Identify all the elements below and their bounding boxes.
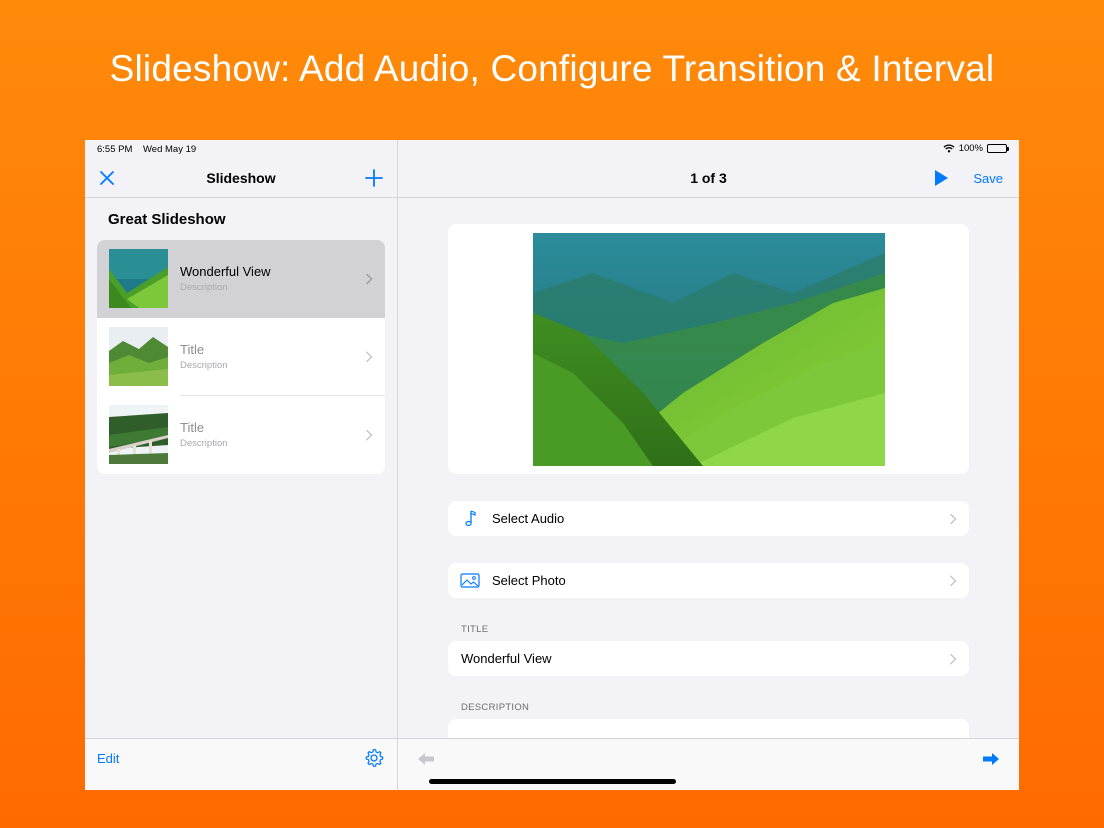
status-time: 6:55 PM xyxy=(97,144,133,155)
slide-list-item[interactable]: Title Description xyxy=(97,396,385,474)
sidebar: Slideshow Great Slideshow Wonderful View xyxy=(85,140,398,790)
select-photo-cell[interactable]: Select Photo xyxy=(448,563,969,598)
play-icon[interactable] xyxy=(933,169,949,187)
edit-button[interactable]: Edit xyxy=(97,751,119,766)
gear-icon[interactable] xyxy=(363,747,385,769)
ipad-screen: Slideshow Great Slideshow Wonderful View xyxy=(85,140,1019,790)
close-icon[interactable] xyxy=(97,168,117,188)
slide-list-item[interactable]: Wonderful View Description xyxy=(97,240,385,318)
chevron-right-icon xyxy=(950,513,957,525)
battery-icon xyxy=(987,144,1009,153)
arrow-left-icon[interactable] xyxy=(416,751,436,767)
slide-description: Description xyxy=(180,438,228,449)
slide-title: Title xyxy=(180,342,205,357)
chevron-right-icon xyxy=(366,429,373,441)
photo-icon xyxy=(460,573,480,588)
detail-pane: 1 of 3 Save Select Audio Select Photo TI… xyxy=(398,140,1019,790)
status-right: 100% xyxy=(943,143,1009,154)
description-section-header: DESCRIPTION xyxy=(461,702,530,713)
slide-title: Title xyxy=(180,420,205,435)
chevron-right-icon xyxy=(366,273,373,285)
select-audio-label: Select Audio xyxy=(492,511,565,526)
home-indicator xyxy=(429,779,676,784)
slide-photo xyxy=(533,233,885,466)
battery-percent: 100% xyxy=(958,143,983,154)
slide-description: Description xyxy=(180,282,228,293)
chevron-right-icon xyxy=(950,575,957,587)
select-photo-label: Select Photo xyxy=(492,573,566,588)
detail-nav-bar: 1 of 3 Save xyxy=(398,158,1019,198)
title-value: Wonderful View xyxy=(461,651,552,666)
save-button[interactable]: Save xyxy=(973,171,1003,186)
slide-thumbnail xyxy=(109,405,168,464)
slide-thumbnail xyxy=(109,249,168,308)
slide-description: Description xyxy=(180,360,228,371)
promo-headline: Slideshow: Add Audio, Configure Transiti… xyxy=(109,48,995,89)
title-section-header: TITLE xyxy=(461,624,489,635)
slide-list-item[interactable]: Title Description xyxy=(97,318,385,396)
select-audio-cell[interactable]: Select Audio xyxy=(448,501,969,536)
chevron-right-icon xyxy=(366,351,373,363)
status-bar: 6:55 PM Wed May 19 100% xyxy=(85,140,1019,158)
status-date: Wed May 19 xyxy=(143,144,197,155)
plus-icon[interactable] xyxy=(363,167,385,189)
chevron-right-icon xyxy=(950,653,957,665)
slideshow-name: Great Slideshow xyxy=(108,211,226,228)
wifi-icon xyxy=(943,144,955,153)
title-cell[interactable]: Wonderful View xyxy=(448,641,969,676)
photo-preview-card xyxy=(448,224,969,474)
arrow-right-icon[interactable] xyxy=(981,751,1001,767)
sidebar-nav-bar: Slideshow xyxy=(85,158,397,198)
sidebar-nav-title: Slideshow xyxy=(206,170,276,186)
sidebar-toolbar: Edit xyxy=(85,738,397,790)
music-note-icon xyxy=(465,510,476,527)
slide-counter: 1 of 3 xyxy=(690,170,727,186)
slide-thumbnail xyxy=(109,327,168,386)
slide-title: Wonderful View xyxy=(180,264,271,279)
slide-list: Wonderful View Description Title Descrip xyxy=(97,240,385,474)
